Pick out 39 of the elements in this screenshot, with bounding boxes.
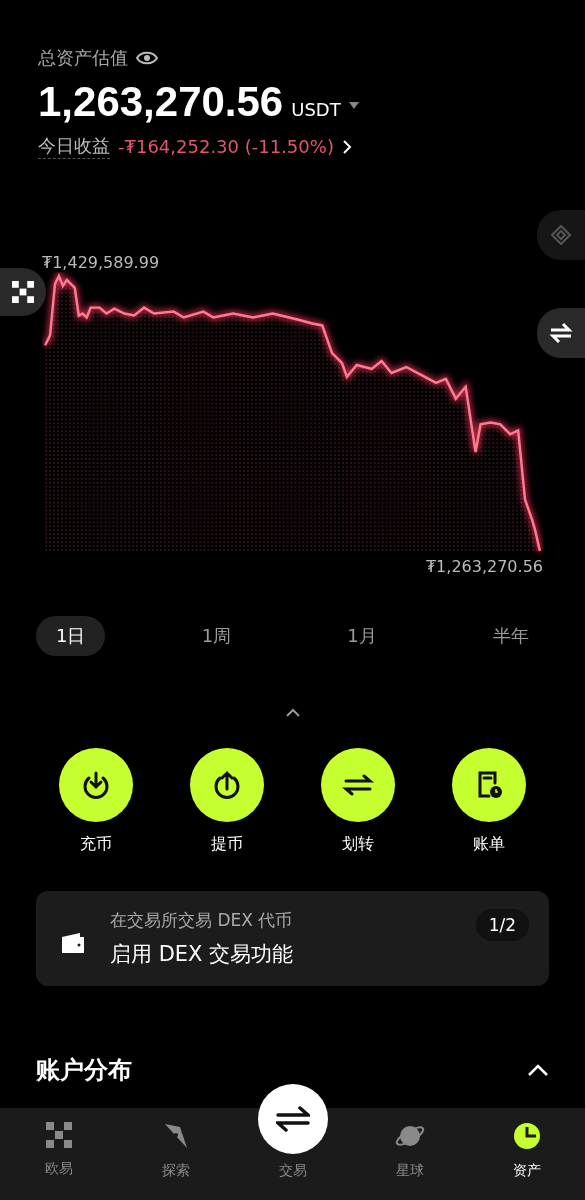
collapse-chevron-icon[interactable] xyxy=(284,708,301,718)
diamond-icon xyxy=(551,225,571,245)
banner-subtitle: 在交易所交易 DEX 代币 xyxy=(110,909,294,932)
total-assets-label: 总资产估值 xyxy=(38,46,128,70)
swap-arrows-icon xyxy=(548,320,574,346)
today-profit-label: 今日收益 xyxy=(38,134,110,159)
chevron-right-icon[interactable] xyxy=(341,139,352,154)
dropdown-caret-icon[interactable] xyxy=(348,101,359,109)
pie-chart-icon xyxy=(512,1122,541,1150)
checker-logo-icon xyxy=(12,281,34,303)
banner-title: 启用 DEX 交易功能 xyxy=(110,941,295,968)
nav-tab[interactable]: 探索 xyxy=(135,1122,216,1180)
action-label: 充币 xyxy=(79,834,112,855)
nav-tab[interactable]: 交易 xyxy=(252,1084,333,1180)
action-label: 提币 xyxy=(210,834,243,855)
today-profit-value: -₮164,252.30 (-11.50%) xyxy=(118,136,334,157)
end-value-label: ₮1,263,270.56 xyxy=(425,557,543,576)
nav-tab[interactable]: 欧易 xyxy=(18,1122,99,1178)
max-value-label: ₮1,429,589.99 xyxy=(42,253,160,272)
eye-icon[interactable] xyxy=(136,50,158,66)
dex-banner-card[interactable]: 在交易所交易 DEX 代币 启用 DEX 交易功能 1/2 xyxy=(36,891,549,986)
pager-badge: 1/2 xyxy=(475,909,529,941)
chevron-up-icon[interactable] xyxy=(527,1063,549,1077)
section-title: 账户分布 xyxy=(36,1055,132,1086)
range-tab[interactable]: 1月 xyxy=(327,616,397,656)
wallet-icon xyxy=(60,931,86,955)
total-amount: 1,263,270.56 xyxy=(38,78,284,126)
action-label: 划转 xyxy=(342,834,375,855)
nav-tab[interactable]: 星球 xyxy=(369,1122,450,1180)
range-tab[interactable]: 1周 xyxy=(181,616,252,656)
currency-selector[interactable]: USDT xyxy=(291,98,341,120)
checker-logo-icon xyxy=(45,1122,72,1148)
side-logo-button[interactable] xyxy=(0,268,46,316)
nav-tab[interactable]: 资产 xyxy=(486,1122,567,1180)
range-tab[interactable]: 半年 xyxy=(472,616,549,656)
side-diamond-button[interactable] xyxy=(537,210,585,260)
range-tab[interactable]: 1日 xyxy=(36,616,106,656)
side-swap-button[interactable] xyxy=(537,308,585,358)
action-label: 账单 xyxy=(473,834,506,855)
